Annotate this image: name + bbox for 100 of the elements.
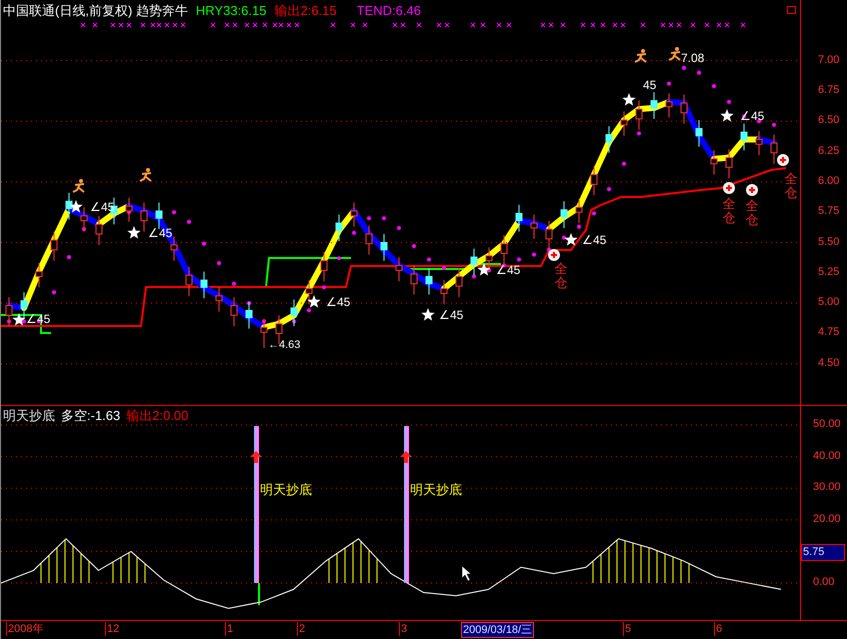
candlestick [36, 262, 42, 288]
candlestick [516, 204, 522, 232]
date-label[interactable]: 2009/03/18/三 [461, 622, 534, 638]
price-tick: 5.75 [818, 206, 840, 218]
candlestick [440, 280, 448, 305]
candlestick [606, 126, 612, 154]
price-label: 45 [642, 79, 658, 91]
candlestick [426, 267, 432, 296]
signal-stem [258, 583, 260, 606]
runner-icon [668, 47, 681, 61]
price-label: ∠45 [325, 296, 352, 308]
candlestick [666, 92, 672, 118]
price-label: ∠45 [438, 309, 464, 321]
date-label[interactable]: 1 [225, 622, 234, 636]
chart-title: 中国联通(日线,前复权) 趋势奔牛 [3, 4, 188, 17]
star-icon [622, 93, 636, 106]
price-tick: 5.25 [818, 266, 840, 278]
candlestick [546, 220, 552, 250]
candlestick [756, 130, 762, 156]
candlestick [366, 225, 372, 256]
position-label: 全仓 [745, 199, 759, 228]
candlestick [410, 265, 418, 296]
candlestick [306, 280, 312, 305]
price-tick: 5.00 [818, 297, 840, 308]
candlestick [560, 200, 568, 228]
candlestick [576, 198, 582, 224]
candlestick [710, 150, 718, 176]
price-tick: 6.00 [818, 176, 840, 187]
price-label: 7.08 [681, 52, 704, 64]
candlestick [696, 120, 702, 148]
candlestick [396, 256, 402, 282]
value-tick: 0.00 [813, 577, 834, 588]
date-label[interactable]: 2008年 [6, 622, 44, 636]
signal-label: 明天抄底 [410, 481, 462, 499]
star-icon [564, 233, 578, 246]
plus-circle-icon [548, 249, 560, 261]
candlestick [680, 94, 688, 124]
position-label: 全仓 [722, 197, 736, 226]
candlestick [530, 214, 538, 240]
date-label[interactable]: 3 [399, 622, 408, 636]
price-tick: 7.00 [818, 54, 840, 66]
candlestick [770, 134, 778, 164]
plus-circle-icon [777, 154, 789, 166]
price-label: ←4.63 [268, 340, 300, 351]
price-tick: 4.75 [818, 327, 840, 338]
candlestick [186, 266, 192, 296]
candlestick [636, 100, 642, 130]
date-label[interactable]: 2 [297, 622, 306, 636]
indicator-value: 输出2:0.00 [126, 409, 188, 422]
indicator-title: 明天抄底 [3, 409, 55, 422]
candlestick [320, 252, 328, 282]
star-icon [477, 263, 491, 276]
value-tick: 40.00 [813, 450, 841, 462]
candlestick [726, 148, 732, 179]
candlestick [350, 202, 358, 228]
signal-label: 明天抄底 [260, 481, 312, 499]
star-icon [127, 226, 141, 239]
star-icon [720, 109, 734, 122]
candlestick [620, 111, 628, 136]
price-tick: 6.50 [818, 115, 840, 126]
candlestick [50, 231, 58, 262]
date-label[interactable]: 6 [714, 622, 724, 636]
window-toggle-icon[interactable] [787, 6, 796, 14]
runner-icon [72, 179, 85, 193]
candlestick [170, 236, 178, 262]
position-label: 全仓 [554, 262, 568, 291]
runner-icon [139, 168, 152, 182]
candlestick [380, 234, 388, 262]
price-tick: 5.50 [818, 236, 840, 248]
candlestick [20, 292, 28, 320]
candlestick [590, 166, 598, 196]
runner-icon [634, 49, 647, 63]
candlestick [66, 192, 72, 220]
price-label: ∠45 [739, 110, 766, 122]
candlestick [216, 286, 222, 312]
star-icon [69, 200, 83, 213]
indicator-value: TEND:6.46 [356, 4, 421, 17]
mouse-cursor-icon [461, 565, 472, 582]
star-icon [421, 308, 435, 321]
price-tick: 6.25 [818, 146, 840, 157]
up-arrow-icon [400, 451, 412, 463]
price-label: ∠45 [581, 234, 608, 246]
date-label[interactable]: 12 [105, 622, 120, 636]
indicator-value: HRY33:6.15 [196, 4, 266, 17]
candlestick [200, 271, 208, 299]
price-tick: 6.75 [818, 84, 840, 96]
candlestick [740, 123, 748, 151]
value-tick: 30.00 [813, 482, 841, 494]
price-tick: 4.50 [818, 358, 840, 369]
current-value: 5.75 [801, 544, 845, 561]
star-icon [307, 295, 321, 308]
indicator-value: 多空:-1.63 [61, 409, 120, 422]
date-label[interactable]: 5 [623, 622, 632, 636]
candlestick [336, 214, 342, 242]
candlestick [230, 296, 238, 327]
star-icon [12, 313, 26, 326]
position-label: 全仓 [784, 172, 798, 201]
price-label: ∠45 [495, 264, 522, 276]
value-tick: 20.00 [813, 514, 841, 525]
up-arrow-icon [250, 451, 262, 463]
